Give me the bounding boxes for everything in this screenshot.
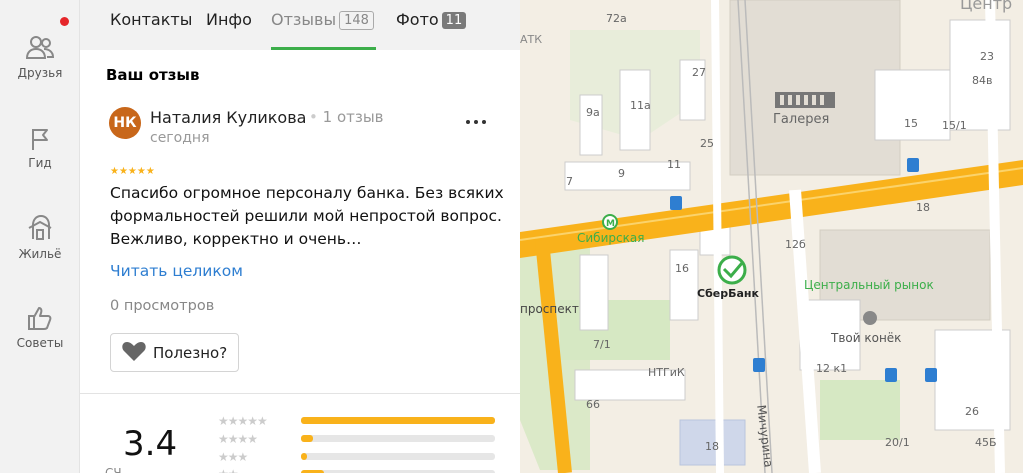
tab-contacts[interactable]: Контакты [110,10,192,29]
tab-bar: Контакты Инфо Отзывы 148 Фото 11 [80,0,520,50]
distribution-fill [301,435,313,442]
house-number: 18 [916,201,930,214]
active-tab-indicator [271,47,376,50]
house-number: 72а [606,12,627,25]
map-label-center: Центр [960,0,1013,13]
rating-count: СЧ [105,466,122,473]
notification-dot [60,17,69,26]
house-number: 12 к1 [816,362,848,375]
house-number: 23 [980,50,994,63]
tab-label: Фото [396,10,439,29]
gallery-logo [775,92,835,108]
house-number: 27 [692,66,706,79]
distribution-fill [301,417,495,424]
more-options-button[interactable] [464,112,488,132]
distribution-track [301,453,495,460]
house-number: 25 [700,137,714,150]
review-date: сегодня [150,130,210,146]
tab-info[interactable]: Инфо [206,10,252,29]
average-rating: 3.4 [123,424,178,464]
house-number: 16 [675,262,689,275]
author-review-count: • 1 отзыв [309,108,384,126]
house-number: 11а [630,99,651,112]
home-icon [0,213,80,243]
map-label-sberbank[interactable]: СберБанк [697,287,759,300]
friends-icon [0,34,80,62]
thumbs-up-icon [0,304,80,332]
house-number: 15 [904,117,918,130]
read-more-link[interactable]: Читать целиком [110,262,243,280]
map-label-ntgik[interactable]: НТГиК [648,366,685,379]
house-number: 20/1 [885,436,910,449]
map-label-tvoy-konek[interactable]: Твой конёк [831,331,901,345]
svg-text:M: M [606,219,615,229]
author-meta-text: 1 отзыв [322,108,384,126]
flag-icon [0,126,80,152]
map-view[interactable]: M Центр АТК Галерея Сибирская СберБанк Ц… [520,0,1023,473]
place-card-panel: Контакты Инфо Отзывы 148 Фото 11 Ваш отзыв… [80,0,520,473]
tab-label: Инфо [206,10,252,29]
heart-icon [121,339,147,367]
review-stars: ★★★★★ [110,166,155,177]
sidebar-item-friends[interactable]: Друзья [0,34,80,80]
house-number: 45Б [975,436,997,449]
review-author[interactable]: Наталия Куликова [150,108,306,127]
photos-count-badge: 11 [441,12,467,29]
tab-label: Контакты [110,10,193,29]
sidebar-item-guide[interactable]: Гид [0,126,80,170]
reviews-count-badge: 148 [339,11,374,30]
house-number: 18 [705,440,719,453]
house-number: 66 [586,398,600,411]
tab-photos[interactable]: Фото 11 [396,10,467,29]
distribution-fill [301,453,307,460]
sidebar-item-label: Советы [16,336,64,350]
map-label-galereya: Галерея [773,112,830,127]
sidebar-item-label: Гид [28,156,52,170]
tab-reviews[interactable]: Отзывы 148 [271,10,374,30]
avatar[interactable]: НК [109,107,141,139]
house-number: 84в [972,74,993,87]
map-label-prospekt: проспект [520,302,579,316]
map-label-central-market[interactable]: Центральный рынок [804,278,934,292]
distribution-stars: ★★★★ [218,432,258,446]
left-sidebar: Друзья Гид Жильё Советы [0,0,80,473]
house-number: 15/1 [942,119,967,132]
tab-label: Отзывы [271,10,337,29]
useful-button[interactable]: Полезно? [110,333,239,372]
map-label-atk: АТК [520,33,543,46]
divider [80,393,520,394]
views-count: 0 просмотров [110,298,215,314]
map-label-sibirskaya[interactable]: Сибирская [577,231,644,245]
distribution-stars: ★★★★★ [218,414,268,428]
house-number: 11 [667,158,681,171]
distribution-stars: ★★★ [218,450,248,464]
house-number: 7/1 [593,338,611,351]
distribution-track [301,435,495,442]
distribution-track [301,417,495,424]
sidebar-item-label: Друзья [17,66,63,80]
house-number: 7 [566,175,573,188]
sidebar-item-housing[interactable]: Жильё [0,213,80,261]
useful-label: Полезно? [153,343,228,362]
house-number: 9а [586,106,600,119]
distribution-stars: ★★ [218,467,238,473]
sidebar-item-label: Жильё [18,247,62,261]
house-number: 9 [618,167,625,180]
sidebar-item-tips[interactable]: Советы [0,304,80,350]
review-text: Спасибо огромное персоналу банка. Без вс… [110,184,504,248]
more-dots-icon [464,117,488,136]
house-number: 26 [965,405,979,418]
house-number: 12б [785,238,806,251]
section-title: Ваш отзыв [106,66,200,84]
